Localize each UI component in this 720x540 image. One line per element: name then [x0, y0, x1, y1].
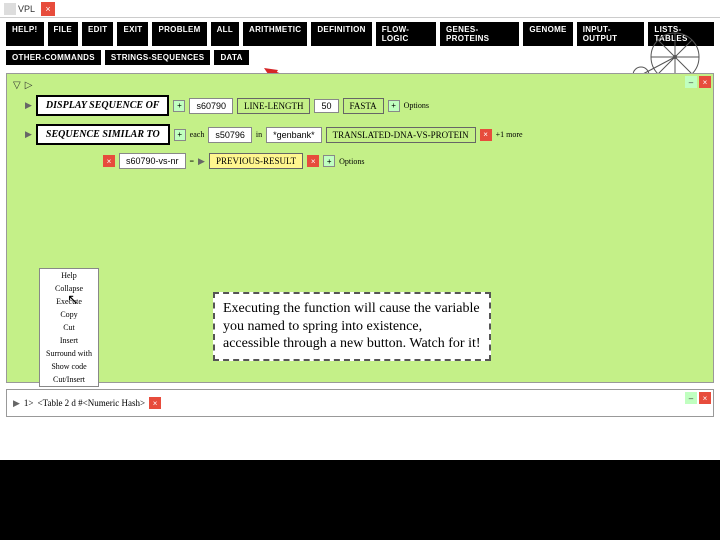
- options-label[interactable]: Options: [339, 157, 364, 166]
- node-display-sequence[interactable]: ▶ DISPLAY SEQUENCE OF + s60790 LINE-LENG…: [25, 95, 707, 116]
- toolbar-btn-problem[interactable]: PROBLEM: [152, 22, 206, 46]
- options-label[interactable]: Options: [404, 101, 429, 110]
- expand-icon[interactable]: ▶: [25, 100, 32, 111]
- toolbar-btn-stringssequences[interactable]: STRINGS-SEQUENCES: [105, 50, 211, 65]
- menu-item-collapse[interactable]: Collapse: [40, 282, 98, 295]
- plus-icon[interactable]: +: [173, 100, 185, 112]
- toolbar-btn-edit[interactable]: EDIT: [82, 22, 113, 46]
- minimize-icon[interactable]: –: [685, 392, 697, 404]
- result-bar: ▶ 1> <Table 2 d #<Numeric Hash> × – ×: [6, 389, 714, 417]
- param-tag[interactable]: LINE-LENGTH: [237, 98, 310, 114]
- close-icon[interactable]: ×: [41, 2, 55, 16]
- toolbar-btn-genesproteins[interactable]: GENES-PROTEINS: [440, 22, 519, 46]
- menu-item-insert[interactable]: Insert: [40, 334, 98, 347]
- toolbar-btn-file[interactable]: FILE: [48, 22, 79, 46]
- workspace-header: ▽ ▷: [13, 80, 707, 91]
- function-label: SEQUENCE SIMILAR TO: [36, 124, 170, 145]
- window-title: VPL: [18, 4, 35, 14]
- workspace-controls: – ×: [685, 76, 711, 88]
- result-index: 1>: [24, 398, 34, 408]
- toolbar-btn-definition[interactable]: DEFINITION: [311, 22, 371, 46]
- equals-label: =: [190, 157, 195, 166]
- toolbar-btn-help[interactable]: HELP!: [6, 22, 44, 46]
- plus-icon[interactable]: +: [174, 129, 186, 141]
- minimize-icon[interactable]: –: [685, 76, 697, 88]
- close-panel-icon[interactable]: ×: [699, 76, 711, 88]
- expand-icon[interactable]: ▶: [13, 398, 20, 409]
- result-tag[interactable]: PREVIOUS-RESULT: [209, 153, 303, 169]
- app-icon: [4, 3, 16, 15]
- function-label: DISPLAY SEQUENCE OF: [36, 95, 170, 116]
- context-menu: HelpCollapseExecuteCopyCutInsertSurround…: [39, 268, 99, 387]
- close-panel-icon[interactable]: ×: [699, 392, 711, 404]
- toolbar-row-1: HELP!FILEEDITEXITPROBLEMALLARITHMETICDEF…: [6, 22, 714, 46]
- menu-item-showcode[interactable]: Show code: [40, 360, 98, 373]
- remove-icon[interactable]: ×: [149, 397, 161, 409]
- value-field[interactable]: s50796: [208, 127, 252, 143]
- each-label: each: [190, 130, 205, 139]
- menu-item-cut[interactable]: Cut: [40, 321, 98, 334]
- toolbar-btn-flowlogic[interactable]: FLOW-LOGIC: [376, 22, 436, 46]
- plus-icon[interactable]: +: [323, 155, 335, 167]
- var-field[interactable]: s60790-vs-nr: [119, 153, 186, 169]
- expand-icon[interactable]: ▶: [198, 156, 205, 167]
- format-tag[interactable]: FASTA: [343, 98, 384, 114]
- node-previous-result[interactable]: × s60790-vs-nr = ▶ PREVIOUS-RESULT × + O…: [103, 153, 707, 169]
- toolbar-btn-arithmetic[interactable]: ARITHMETIC: [243, 22, 307, 46]
- db-field[interactable]: *genbank*: [266, 127, 322, 143]
- toolbar-btn-data[interactable]: DATA: [214, 50, 248, 65]
- menu-item-execute[interactable]: Execute: [40, 295, 98, 308]
- toolbar-btn-exit[interactable]: EXIT: [117, 22, 148, 46]
- workspace: – × ▽ ▷ ▶ DISPLAY SEQUENCE OF + s60790 L…: [6, 73, 714, 383]
- more-label[interactable]: +1 more: [496, 130, 523, 139]
- chevron-down-icon[interactable]: ▽: [13, 80, 21, 91]
- num-field[interactable]: 50: [314, 99, 338, 113]
- toolbar-btn-genome[interactable]: GENOME: [523, 22, 572, 46]
- menu-item-copy[interactable]: Copy: [40, 308, 98, 321]
- titlebar: VPL ×: [0, 0, 720, 18]
- mode-tag[interactable]: TRANSLATED-DNA-VS-PROTEIN: [326, 127, 476, 143]
- chevron-right-icon[interactable]: ▷: [25, 80, 33, 91]
- expand-icon[interactable]: ▶: [25, 129, 32, 140]
- footer-blackbar: [0, 460, 720, 540]
- toolbar: HELP!FILEEDITEXITPROBLEMALLARITHMETICDEF…: [0, 18, 720, 69]
- instruction-callout: Executing the function will cause the va…: [213, 292, 491, 361]
- remove-icon[interactable]: ×: [307, 155, 319, 167]
- node-sequence-similar[interactable]: ▶ SEQUENCE SIMILAR TO + each s50796 in *…: [25, 124, 707, 145]
- plus-icon[interactable]: +: [388, 100, 400, 112]
- menu-item-cutinsert[interactable]: Cut/Insert: [40, 373, 98, 386]
- toolbar-btn-othercommands[interactable]: OTHER-COMMANDS: [6, 50, 101, 65]
- toolbar-row-2: OTHER-COMMANDS STRINGS-SEQUENCESDATA: [6, 50, 714, 65]
- value-field[interactable]: s60790: [189, 98, 233, 114]
- menu-item-surroundwith[interactable]: Surround with: [40, 347, 98, 360]
- remove-icon[interactable]: ×: [480, 129, 492, 141]
- in-label: in: [256, 130, 262, 139]
- remove-icon[interactable]: ×: [103, 155, 115, 167]
- toolbar-btn-all[interactable]: ALL: [211, 22, 239, 46]
- menu-item-help[interactable]: Help: [40, 269, 98, 282]
- result-text: <Table 2 d #<Numeric Hash>: [38, 398, 146, 408]
